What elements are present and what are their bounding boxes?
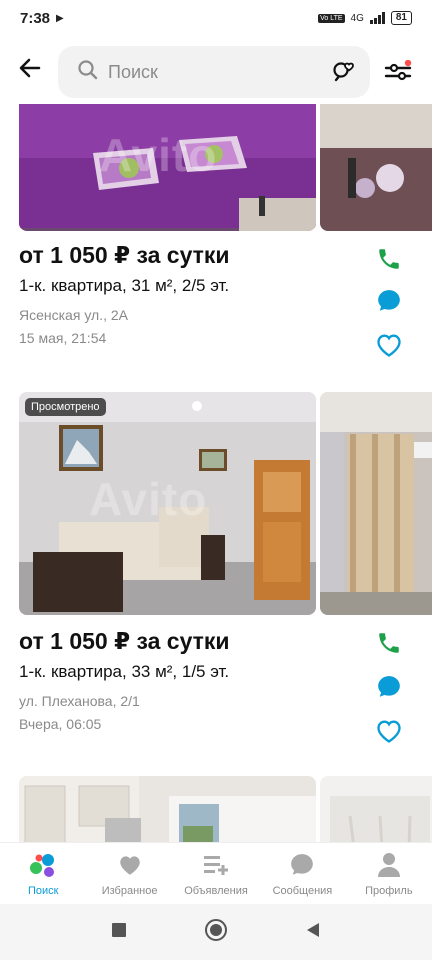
listing-title[interactable]: 1-к. квартира, 31 м², 2/5 эт. [19,276,229,296]
save-search-icon[interactable] [332,60,356,89]
phone-icon[interactable] [374,628,404,658]
battery-level: 81 [390,11,412,25]
filters-icon[interactable] [384,59,412,84]
profile-icon [374,851,404,879]
phone-icon[interactable] [374,244,404,274]
tab-label: Профиль [365,885,413,897]
listing-card[interactable]: Avito от 1 050 ₽ за сутки 1-к. квартира,… [0,104,432,394]
search-header: Поиск [0,40,432,102]
listing-price[interactable]: от 1 050 ₽ за сутки [19,242,230,269]
photo-carousel[interactable]: Avito Просмотрено [19,392,432,615]
listing-photo[interactable]: Avito [19,104,316,231]
listing-card[interactable]: Avito Просмотрено от 1 050 ₽ за сутки 1-… [0,392,432,762]
system-nav-bar [0,904,432,960]
heart-icon [115,851,145,879]
listing-photo-next[interactable] [320,104,432,231]
signal-icon [369,12,385,24]
watermark: Avito [89,473,208,525]
tab-label: Поиск [27,885,59,897]
media-play-icon: ▶ [56,12,64,24]
back-arrow-icon[interactable] [14,52,46,84]
bottom-tab-bar: Поиск Избранное Объявления Сообщения Про… [0,842,432,904]
back-nav-icon[interactable] [304,921,322,944]
listing-card[interactable] [0,776,432,842]
tab-label: Объявления [184,885,248,897]
listing-photo[interactable]: Avito Просмотрено [19,392,316,615]
tab-messages[interactable]: Сообщения [259,843,345,904]
volte-icon: Vo LTE [318,13,345,23]
tab-favorites[interactable]: Избранное [86,843,172,904]
listings-add-icon [201,851,231,879]
listing-title[interactable]: 1-к. квартира, 33 м², 1/5 эт. [19,662,229,682]
listing-date: 15 мая, 21:54 [19,330,107,346]
status-bar: 7:38 ▶ Vo LTE 4G 81 [0,0,432,36]
listing-photo-next[interactable] [320,776,432,842]
viewed-badge: Просмотрено [25,398,106,416]
search-icon [78,59,98,85]
clock: 7:38 [20,9,51,27]
favorite-heart-icon[interactable] [374,330,404,360]
tab-profile[interactable]: Профиль [346,843,432,904]
network-type: 4G [350,12,364,24]
listing-photo[interactable] [19,776,316,842]
search-placeholder: Поиск [108,61,158,82]
home-icon[interactable] [204,918,228,947]
listing-photo-next[interactable] [320,392,432,615]
search-dots-icon [28,851,58,879]
tab-label: Избранное [101,885,158,897]
photo-carousel[interactable]: Avito [19,104,432,231]
listing-address: ул. Плеханова, 2/1 [19,693,140,709]
listing-price[interactable]: от 1 050 ₽ за сутки [19,628,230,655]
chat-bubble-icon [287,851,317,879]
watermark: Avito [99,129,218,181]
tab-search[interactable]: Поиск [0,843,86,904]
listing-date: Вчера, 06:05 [19,716,102,732]
search-input[interactable]: Поиск [58,46,370,98]
tab-listings[interactable]: Объявления [173,843,259,904]
listing-address: Ясенская ул., 2А [19,307,128,323]
chat-icon[interactable] [374,672,404,702]
chat-icon[interactable] [374,286,404,316]
recents-icon[interactable] [110,921,128,944]
tab-label: Сообщения [272,885,333,897]
photo-carousel[interactable] [19,776,432,842]
favorite-heart-icon[interactable] [374,716,404,746]
listing-feed[interactable]: Avito от 1 050 ₽ за сутки 1-к. квартира,… [0,104,432,842]
